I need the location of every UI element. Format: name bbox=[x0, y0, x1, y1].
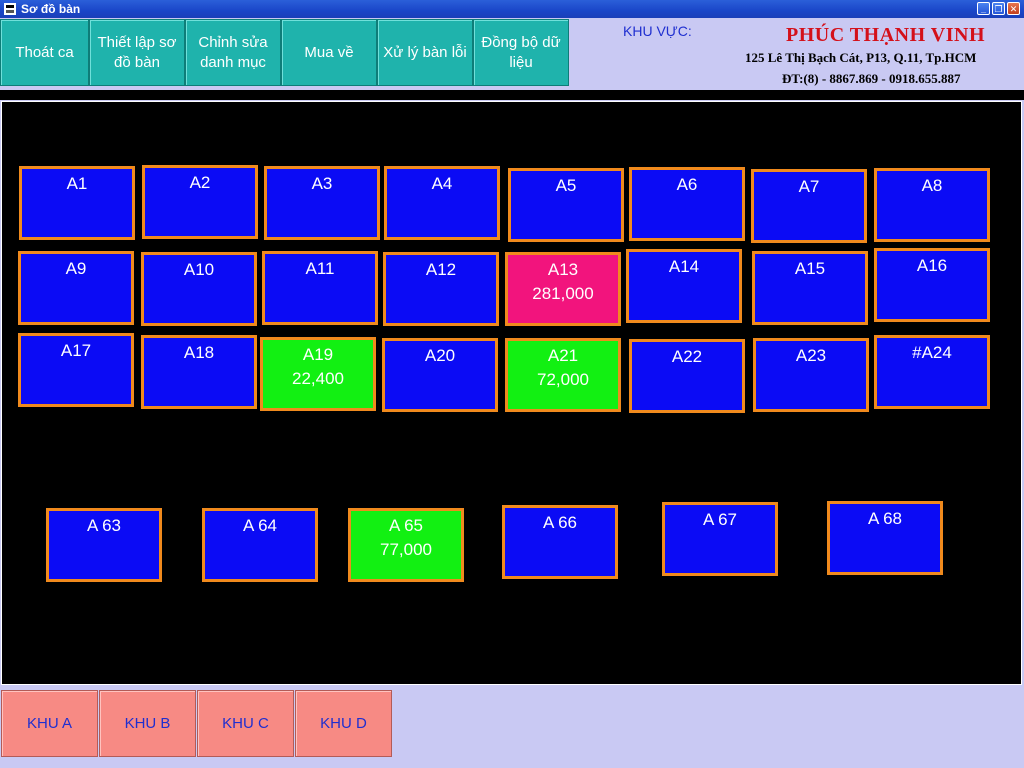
table-name: A 66 bbox=[542, 513, 578, 532]
table-name: A21 bbox=[547, 346, 579, 365]
table-A8[interactable]: A8 bbox=[874, 168, 990, 242]
table-name: A15 bbox=[794, 259, 826, 278]
table-name: #A24 bbox=[912, 343, 952, 362]
table-A19[interactable]: A19 22,400 bbox=[260, 337, 376, 411]
table-A65[interactable]: A 65 77,000 bbox=[348, 508, 464, 582]
table-amount: 72,000 bbox=[537, 370, 589, 389]
table-name: A 65 bbox=[388, 516, 424, 535]
table-A18[interactable]: A18 bbox=[141, 335, 257, 409]
table-amount: 22,400 bbox=[292, 369, 344, 388]
table-A22[interactable]: A22 bbox=[629, 339, 745, 413]
table-A63[interactable]: A 63 bbox=[46, 508, 162, 582]
toolbar: Thoát ca Thiết lập sơ đồ bàn Chỉnh sửa d… bbox=[0, 18, 1024, 90]
table-name: A14 bbox=[668, 257, 700, 276]
table-A17[interactable]: A17 bbox=[18, 333, 134, 407]
table-name: A11 bbox=[305, 259, 335, 278]
table-name: A12 bbox=[425, 260, 457, 279]
table-name: A16 bbox=[916, 256, 948, 275]
table-A21[interactable]: A21 72,000 bbox=[505, 338, 621, 412]
table-name: A19 bbox=[302, 345, 334, 364]
table-A16[interactable]: A16 bbox=[874, 248, 990, 322]
brand-phone: ĐT:(8) - 8867.869 - 0918.655.887 bbox=[782, 71, 961, 86]
table-A1[interactable]: A1 bbox=[19, 166, 135, 240]
table-A15[interactable]: A15 bbox=[752, 251, 868, 325]
app-icon bbox=[3, 2, 17, 16]
table-name: A3 bbox=[311, 174, 333, 193]
area-selector: KHU A KHU B KHU C KHU D bbox=[0, 686, 1024, 768]
end-shift-button[interactable]: Thoát ca bbox=[0, 19, 89, 86]
title-bar: Sơ đồ bàn _ ❐ ✕ bbox=[0, 0, 1024, 18]
table-name: A8 bbox=[921, 176, 943, 195]
table-A5[interactable]: A5 bbox=[508, 168, 624, 242]
separator-bar bbox=[0, 90, 1024, 100]
fix-error-table-button[interactable]: Xử lý bàn lỗi bbox=[377, 19, 473, 86]
table-A64[interactable]: A 64 bbox=[202, 508, 318, 582]
table-A66[interactable]: A 66 bbox=[502, 505, 618, 579]
table-A9[interactable]: A9 bbox=[18, 251, 134, 325]
table-name: A17 bbox=[60, 341, 92, 360]
area-a-button[interactable]: KHU A bbox=[1, 690, 98, 757]
table-A13[interactable]: A13 281,000 bbox=[505, 252, 621, 326]
table-name: A4 bbox=[431, 174, 453, 193]
table-A14[interactable]: A14 bbox=[626, 249, 742, 323]
table-name: A9 bbox=[65, 259, 87, 278]
window-title: Sơ đồ bàn bbox=[21, 2, 81, 16]
table-A10[interactable]: A10 bbox=[141, 252, 257, 326]
takeaway-button[interactable]: Mua về bbox=[281, 19, 377, 86]
table-A4[interactable]: A4 bbox=[384, 166, 500, 240]
table-A12[interactable]: A12 bbox=[383, 252, 499, 326]
setup-layout-button[interactable]: Thiết lập sơ đồ bàn bbox=[89, 19, 185, 86]
table-name: A 67 bbox=[702, 510, 738, 529]
table-name: A10 bbox=[183, 260, 215, 279]
brand-address: 125 Lê Thị Bạch Cát, P13, Q.11, Tp.HCM bbox=[745, 50, 977, 65]
table-name: A13 bbox=[547, 260, 579, 279]
table-name: A18 bbox=[183, 343, 215, 362]
minimize-button[interactable]: _ bbox=[977, 2, 990, 15]
area-d-button[interactable]: KHU D bbox=[295, 690, 392, 757]
area-b-button[interactable]: KHU B bbox=[99, 690, 196, 757]
table-A20[interactable]: A20 bbox=[382, 338, 498, 412]
table-name: A23 bbox=[795, 346, 827, 365]
table-amount: 281,000 bbox=[532, 284, 594, 303]
table-A68[interactable]: A 68 bbox=[827, 501, 943, 575]
restore-button[interactable]: ❐ bbox=[992, 2, 1005, 15]
table-A11[interactable]: A11 bbox=[262, 251, 378, 325]
table-A23[interactable]: A23 bbox=[753, 338, 869, 412]
area-label: KHU VỰC: bbox=[623, 23, 692, 39]
table-name: A 64 bbox=[242, 516, 278, 535]
table-name: A2 bbox=[189, 173, 211, 192]
table-A67[interactable]: A 67 bbox=[662, 502, 778, 576]
table-name: A22 bbox=[671, 347, 703, 366]
table-name: A 68 bbox=[867, 509, 903, 528]
table-name: A 63 bbox=[86, 516, 122, 535]
table-amount: 77,000 bbox=[380, 540, 432, 559]
table-name: A20 bbox=[424, 346, 456, 365]
table-name: A5 bbox=[555, 176, 577, 195]
table-A2[interactable]: A2 bbox=[142, 165, 258, 239]
sync-data-button[interactable]: Đồng bộ dữ liệu bbox=[473, 19, 569, 86]
table-name: A6 bbox=[676, 175, 698, 194]
table-name: A1 bbox=[66, 174, 88, 193]
brand-name: PHÚC THẠNH VINH bbox=[786, 24, 986, 46]
table-A7[interactable]: A7 bbox=[751, 169, 867, 243]
edit-catalog-button[interactable]: Chỉnh sửa danh mục bbox=[185, 19, 281, 86]
table-A3[interactable]: A3 bbox=[264, 166, 380, 240]
table-A6[interactable]: A6 bbox=[629, 167, 745, 241]
table-A24[interactable]: #A24 bbox=[874, 335, 990, 409]
floor-plan: A1 A2 A3 A4 A5 A6 A7 A8 A9 A10 A11 A12 A… bbox=[1, 101, 1022, 685]
area-c-button[interactable]: KHU C bbox=[197, 690, 294, 757]
close-button[interactable]: ✕ bbox=[1007, 2, 1020, 15]
table-name: A7 bbox=[798, 177, 820, 196]
